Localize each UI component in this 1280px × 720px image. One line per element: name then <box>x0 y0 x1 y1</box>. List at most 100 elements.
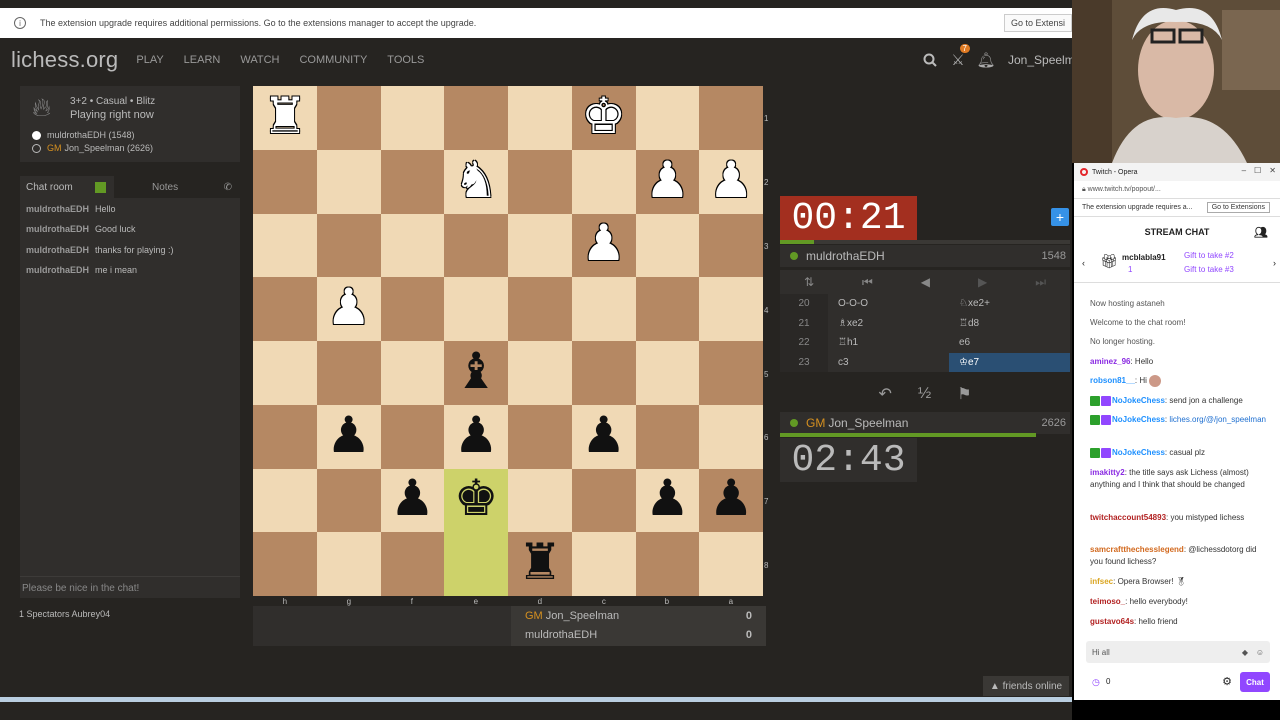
white-player-line[interactable]: muldrothaEDH (1548) <box>32 130 135 140</box>
board-square[interactable] <box>316 468 381 533</box>
board-square[interactable]: ♟ <box>316 404 381 469</box>
board-square[interactable] <box>316 532 381 596</box>
board-square[interactable] <box>444 86 508 150</box>
tab-chat-room[interactable]: Chat room <box>20 176 114 198</box>
board-square[interactable] <box>380 86 445 150</box>
board-square[interactable] <box>253 213 317 278</box>
board-square[interactable] <box>635 532 700 596</box>
black-move[interactable]: ♘xe2+ <box>949 294 1070 314</box>
nav-watch[interactable]: WATCH <box>240 54 279 66</box>
board-square[interactable] <box>508 468 572 533</box>
board-square[interactable] <box>699 532 763 596</box>
board-square[interactable]: ♚ <box>571 86 636 150</box>
chat-send-button[interactable]: Chat <box>1240 672 1270 692</box>
chess-board[interactable]: ♜ ♚ ♞ ♟ ♟ ♟ ♟ ♝ ♟ ♟ ♟ ♟ ♚ ♟ ♟ ♜ <box>253 86 763 596</box>
board-square[interactable]: ♚ <box>444 468 508 533</box>
black-rook-icon[interactable]: ♜ <box>517 537 562 587</box>
twitch-url-bar[interactable]: 🔒︎ www.twitch.tv/popout/... <box>1074 181 1280 199</box>
board-square[interactable] <box>699 341 763 405</box>
gift-to-take-3[interactable]: Gift to take #3 <box>1184 265 1234 274</box>
prev-move-icon[interactable]: ◀ <box>921 275 930 289</box>
black-pawn-icon[interactable]: ♟ <box>581 410 626 460</box>
black-pawn-icon[interactable]: ♟ <box>390 473 435 523</box>
user-menu[interactable]: Jon_Speelman <box>1008 53 1072 67</box>
close-icon[interactable]: ✕ <box>1269 166 1276 175</box>
emote-picker-icon[interactable]: ☺ <box>1256 648 1264 657</box>
black-move[interactable]: ♖d8 <box>949 314 1070 334</box>
white-move[interactable]: c3 <box>828 357 949 368</box>
add-time-button[interactable]: + <box>1051 208 1069 226</box>
black-pawn-icon[interactable]: ♟ <box>645 473 690 523</box>
board-square[interactable]: ♟ <box>699 149 763 214</box>
board-square[interactable] <box>635 213 700 278</box>
challenge-icon[interactable]: ⚔ 7 <box>944 44 972 74</box>
chat-input[interactable]: Please be nice in the chat! <box>20 576 240 598</box>
chat-toggle-checkbox[interactable] <box>95 181 106 193</box>
black-king-icon[interactable]: ♚ <box>454 473 499 523</box>
minimize-icon[interactable]: – <box>1242 166 1246 175</box>
board-square[interactable] <box>635 277 700 341</box>
phone-icon[interactable]: ✆ <box>224 182 232 193</box>
board-square[interactable] <box>253 532 317 596</box>
white-pawn-icon[interactable]: ♟ <box>326 282 371 332</box>
twitch-go-to-extensions-button[interactable]: Go to Extensions <box>1206 202 1270 213</box>
board-square[interactable] <box>380 277 445 341</box>
board-square[interactable] <box>571 149 636 214</box>
white-move[interactable]: ♖h1 <box>828 337 949 348</box>
twitch-chat-input[interactable]: Hi all ◆ ☺ <box>1086 641 1270 663</box>
board-square[interactable] <box>316 213 381 278</box>
gift-to-take-2[interactable]: Gift to take #2 <box>1184 251 1234 260</box>
board-square[interactable] <box>635 341 700 405</box>
board-square[interactable]: ♟ <box>635 468 700 533</box>
board-square[interactable] <box>444 532 508 596</box>
board-square[interactable]: ♜ <box>253 86 317 150</box>
board-square[interactable] <box>699 404 763 469</box>
board-square[interactable] <box>508 86 572 150</box>
board-square[interactable] <box>253 468 317 533</box>
flip-board-icon[interactable]: ⇅ <box>804 275 814 289</box>
next-move-icon[interactable]: ▶ <box>978 275 987 289</box>
black-bishop-icon[interactable]: ♝ <box>454 346 499 396</box>
board-square[interactable] <box>699 213 763 278</box>
takeback-icon[interactable]: ↶ <box>878 384 891 404</box>
board-square[interactable] <box>444 277 508 341</box>
board-square[interactable] <box>253 404 317 469</box>
current-move[interactable]: ♔e7 <box>949 352 1070 372</box>
board-square[interactable]: ♟ <box>316 277 381 341</box>
board-square[interactable] <box>380 149 445 214</box>
black-pawn-icon[interactable]: ♟ <box>454 410 499 460</box>
white-pawn-icon[interactable]: ♟ <box>645 155 690 205</box>
site-logo[interactable]: lichess.org <box>11 47 118 73</box>
board-square[interactable] <box>571 277 636 341</box>
first-move-icon[interactable]: ⏮ <box>862 275 873 290</box>
channel-points-icon[interactable]: ◷ <box>1092 677 1100 688</box>
board-square[interactable]: ♟ <box>635 149 700 214</box>
board-square[interactable] <box>635 86 700 150</box>
board-square[interactable]: ♟ <box>380 468 445 533</box>
player-name[interactable]: Jon_Speelman <box>828 416 908 430</box>
friends-online-button[interactable]: ▲ friends online <box>983 676 1069 696</box>
black-move[interactable]: e6 <box>949 333 1070 353</box>
board-square[interactable] <box>380 213 445 278</box>
board-square[interactable] <box>508 277 572 341</box>
board-square[interactable]: ♟ <box>571 404 636 469</box>
bell-icon[interactable]: 🔔︎ <box>972 46 1000 74</box>
offer-draw-button[interactable]: ½ <box>918 385 931 403</box>
board-square[interactable] <box>316 341 381 405</box>
go-to-extensions-button[interactable]: Go to Extensi <box>1003 14 1072 32</box>
next-arrow-icon[interactable]: › <box>1273 258 1276 268</box>
tab-notes[interactable]: Notes ✆ <box>114 176 240 198</box>
white-knight-icon[interactable]: ♞ <box>454 155 499 205</box>
white-rook-icon[interactable]: ♜ <box>262 91 307 141</box>
board-square[interactable] <box>508 341 572 405</box>
board-square[interactable] <box>253 149 317 214</box>
settings-gear-icon[interactable]: ⚙ <box>1222 675 1232 688</box>
board-square[interactable] <box>316 86 381 150</box>
board-square[interactable] <box>508 149 572 214</box>
white-move[interactable]: O-O-O <box>828 298 949 309</box>
board-square[interactable] <box>380 532 445 596</box>
board-square[interactable] <box>635 404 700 469</box>
black-pawn-icon[interactable]: ♟ <box>326 410 371 460</box>
board-square[interactable]: ♜ <box>508 532 572 596</box>
spectator-name[interactable]: Aubrey04 <box>72 609 111 619</box>
